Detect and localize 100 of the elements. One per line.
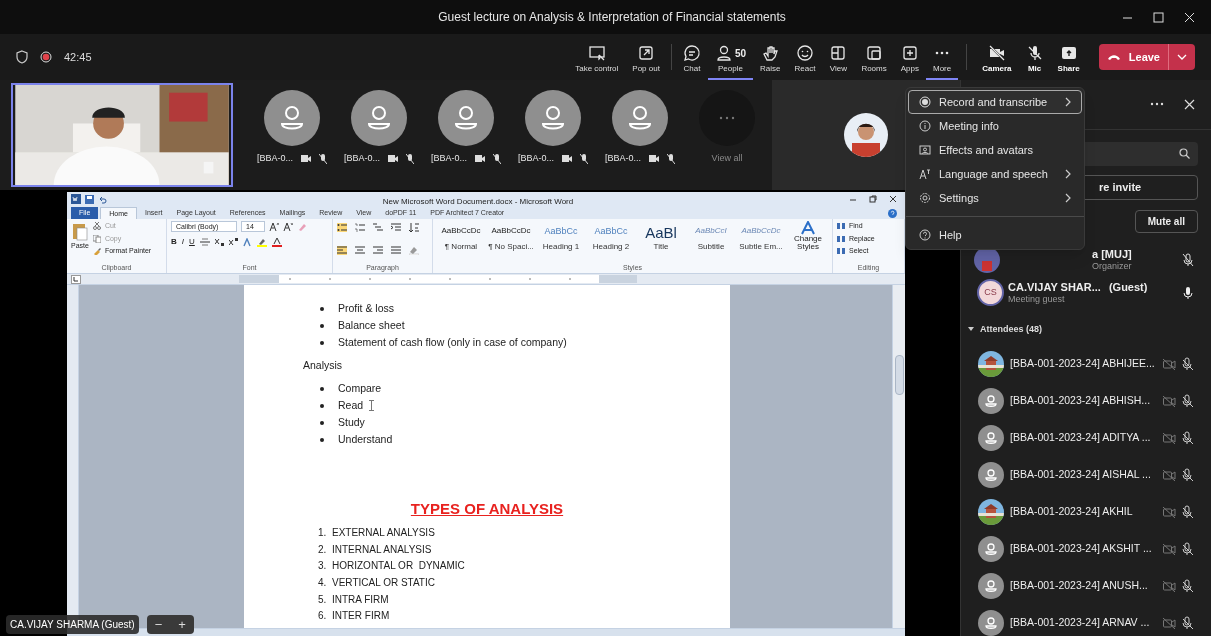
tab-selector-icon[interactable] — [71, 274, 81, 284]
font-color-icon[interactable] — [271, 237, 282, 247]
avatar-icon — [978, 536, 1004, 562]
search-icon — [1179, 148, 1190, 160]
leave-button[interactable]: Leave — [1098, 44, 1195, 70]
participant-name: [BBA-001-2023-24] ANUSH... — [1010, 578, 1149, 594]
superscript-icon[interactable] — [228, 238, 238, 246]
multilevel-list-icon[interactable] — [373, 223, 383, 232]
toolbar-button[interactable]: React — [787, 34, 823, 80]
strikethrough-icon[interactable] — [199, 238, 210, 246]
mute-all-button[interactable]: Mute all — [1134, 209, 1198, 233]
smiley-icon — [795, 44, 814, 62]
zoom-button[interactable]: − — [150, 614, 167, 634]
toolbar-button[interactable]: Take control — [568, 34, 626, 80]
toolbar-button[interactable]: Camera — [975, 34, 1019, 80]
help-icon[interactable] — [888, 209, 897, 218]
sort-icon[interactable] — [409, 223, 419, 232]
restore-icon[interactable] — [869, 195, 877, 203]
style-preview: AaBbCcDc — [741, 225, 781, 237]
style-gallery-item[interactable]: AaBbCc Heading 2 — [587, 221, 635, 253]
list-number: 1. — [318, 525, 328, 540]
camera-off-icon — [388, 154, 398, 164]
paragraph-text: Analysis — [303, 358, 344, 373]
align-right-icon[interactable] — [373, 246, 383, 255]
toolbar-button[interactable]: View — [822, 34, 855, 80]
change-styles-button[interactable]: Change Styles — [788, 221, 828, 263]
toolbar-button[interactable]: Pop out — [625, 34, 667, 80]
text-effects-icon[interactable] — [242, 237, 252, 247]
word-icon[interactable] — [71, 194, 81, 204]
list-number: 6. — [318, 609, 328, 624]
avatar-icon — [612, 90, 668, 146]
toolbar-button[interactable]: Share — [1050, 34, 1087, 80]
numbering-icon[interactable] — [355, 223, 365, 232]
phone-icon — [1106, 52, 1121, 62]
scrollbar-thumb[interactable] — [894, 355, 904, 395]
justify-icon[interactable] — [391, 246, 401, 255]
toolbar-button[interactable]: Mic — [1018, 34, 1051, 80]
format-button[interactable]: B — [171, 236, 177, 248]
participant-role: Organizer — [1092, 260, 1133, 272]
subscript-icon[interactable] — [214, 238, 224, 246]
toolbar-button[interactable]: Raise — [753, 34, 788, 80]
more-icon[interactable] — [1150, 102, 1164, 107]
style-gallery-item[interactable]: AaBbCcDc ¶ Normal — [437, 221, 485, 253]
document-title: New Microsoft Word Document.docx - Microsoft Word — [382, 197, 574, 206]
menu-item[interactable]: Meeting info — [908, 114, 1082, 138]
share-icon — [1059, 44, 1078, 62]
list-item-text: Balance sheet — [338, 317, 405, 333]
pop-out-icon — [637, 44, 656, 62]
shrink-font-icon[interactable] — [283, 222, 293, 231]
align-left-icon[interactable] — [337, 246, 347, 255]
caret-down-icon — [968, 326, 974, 333]
highlight-icon[interactable] — [256, 237, 267, 247]
style-gallery-item[interactable]: AaBbCcDc ¶ No Spaci... — [487, 221, 535, 253]
style-name: Title — [653, 241, 669, 253]
heading-text: TYPES OF ANALYSIS — [410, 499, 564, 518]
camera-off-icon — [562, 154, 572, 164]
mic-off-icon — [319, 153, 327, 164]
participant-name: CA.VIJAY SHAR... — [1008, 280, 1101, 293]
scrollbar[interactable] — [892, 285, 905, 628]
mic-off-icon[interactable] — [1182, 252, 1194, 267]
menu-item[interactable]: Effects and avatars — [908, 138, 1082, 162]
mic-icon[interactable] — [1182, 285, 1194, 300]
format-button[interactable]: U — [189, 236, 195, 248]
view-all-link[interactable]: View all — [711, 152, 743, 166]
language-icon — [919, 168, 931, 180]
shield-icon[interactable] — [16, 50, 28, 64]
mic-off-icon — [667, 153, 675, 164]
participant-name: [BBA-0... — [344, 152, 380, 165]
toolbar-button[interactable]: Apps — [893, 34, 926, 80]
close-icon[interactable] — [889, 195, 897, 203]
mic-off-icon — [1182, 357, 1194, 371]
camera-off-icon — [987, 44, 1006, 62]
chevron-down-icon[interactable] — [1177, 53, 1187, 61]
style-name: Subtle Em... — [739, 241, 783, 253]
undo-icon[interactable] — [98, 194, 107, 204]
shading-icon[interactable] — [409, 246, 419, 255]
style-gallery-item[interactable]: AaBbCc Heading 1 — [537, 221, 585, 253]
paste-icon[interactable] — [71, 221, 88, 241]
section-header[interactable]: Attendees (48) — [961, 322, 1211, 336]
zoom-button[interactable]: + — [174, 614, 190, 634]
camera-off-icon — [1163, 543, 1176, 555]
avatar-icon — [525, 90, 581, 146]
indent-icon[interactable] — [391, 223, 401, 232]
chat-icon — [682, 44, 701, 62]
toolbar-button[interactable]: Chat — [675, 34, 708, 80]
grow-font-icon[interactable] — [269, 222, 279, 231]
style-gallery-item[interactable]: AaBbCcI Subtitle — [687, 221, 735, 253]
menu-item[interactable]: Record and transcribe — [908, 90, 1082, 114]
format-button[interactable]: I — [181, 236, 184, 248]
menu-item[interactable]: Help — [908, 223, 1082, 247]
scissors-icon — [92, 222, 101, 231]
style-gallery-item[interactable]: AaBl Title — [637, 221, 685, 253]
save-icon[interactable] — [85, 194, 94, 204]
style-gallery-item[interactable]: AaBbCcDc Subtle Em... — [737, 221, 785, 253]
avatar-icon — [351, 90, 407, 146]
list-item-text: Profit & loss — [338, 300, 395, 316]
toolbar-button[interactable]: Rooms — [854, 34, 894, 80]
bullets-icon[interactable] — [337, 223, 347, 232]
align-center-icon[interactable] — [355, 246, 365, 255]
maximize-icon[interactable] — [1153, 11, 1164, 23]
